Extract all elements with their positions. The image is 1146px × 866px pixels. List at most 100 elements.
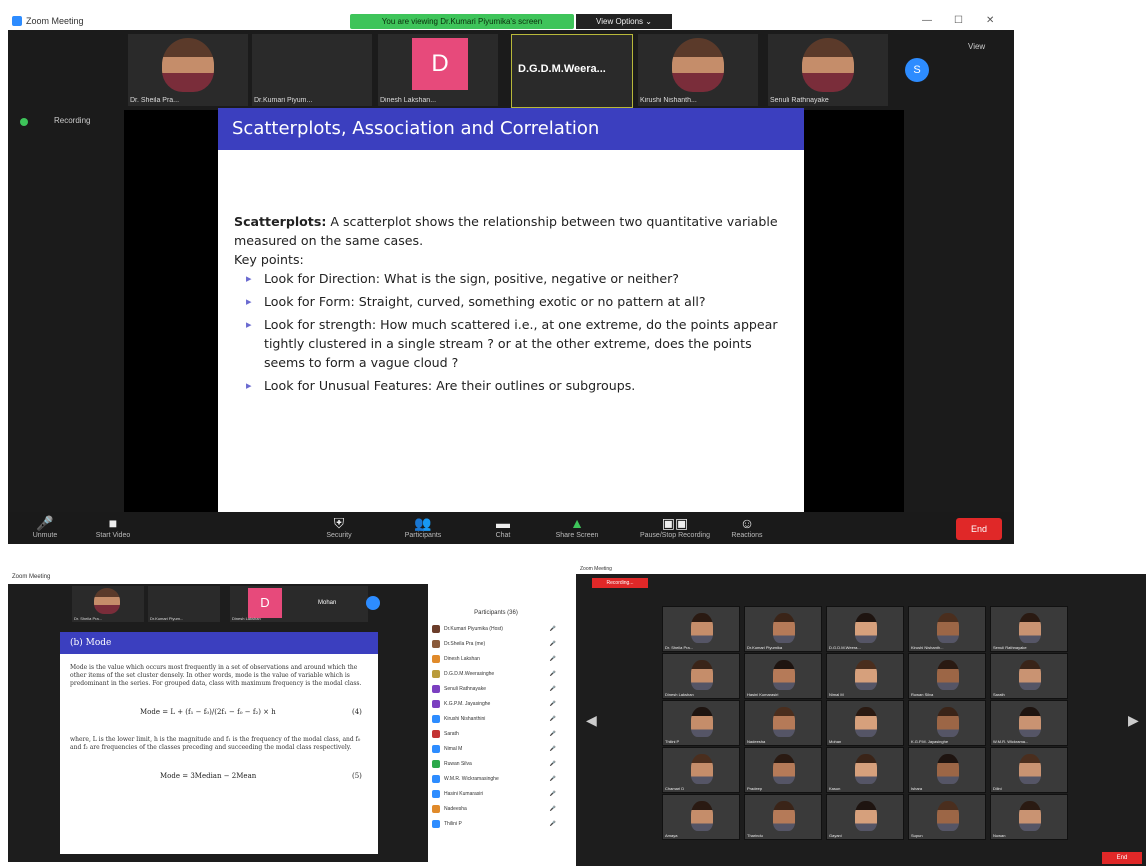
gallery-tile[interactable]: Thilini P (662, 700, 740, 746)
toolbar-video-button[interactable]: ■ Start Video (78, 514, 148, 539)
toolbar-shield-button[interactable]: ⛨ Security (304, 514, 374, 539)
muted-mic-icon[interactable]: 🎤 (550, 746, 556, 752)
participant-tile[interactable]: D Dinesh Lakshan (230, 586, 302, 622)
muted-mic-icon[interactable]: 🎤 (550, 776, 556, 782)
view-button[interactable]: View (968, 42, 985, 51)
muted-mic-icon[interactable]: 🎤 (550, 761, 556, 767)
muted-mic-icon[interactable]: 🎤 (550, 656, 556, 662)
muted-mic-icon[interactable]: 🎤 (550, 791, 556, 797)
toolbar-label: Reactions (731, 532, 763, 539)
participant-avatar (432, 640, 440, 648)
muted-mic-icon[interactable]: 🎤 (550, 716, 556, 722)
gallery-end-button[interactable]: End (1102, 852, 1142, 864)
gallery-tile[interactable]: Supun (908, 794, 986, 840)
participant-name: Dr.Kumari Piyum... (254, 97, 313, 104)
participant-tile[interactable]: Dr. Sheila Pra... (72, 586, 144, 622)
gallery-tile[interactable]: Dr.Kumari Piyumika (744, 606, 822, 652)
muted-mic-icon[interactable]: 🎤 (550, 686, 556, 692)
participants-list-item[interactable]: Thilini P 🎤 (432, 819, 560, 830)
mode-equation-2-number: (5) (352, 772, 362, 780)
end-meeting-button[interactable]: End (956, 518, 1002, 540)
participant-name: Mohan (318, 600, 337, 606)
gallery-tile[interactable]: W.M.R. Wickrama... (990, 700, 1068, 746)
muted-mic-icon[interactable]: 🎤 (550, 806, 556, 812)
gallery-tile[interactable]: Nuwan (990, 794, 1068, 840)
participant-tile[interactable]: Senuli Rathnayake (768, 34, 888, 106)
muted-mic-icon[interactable]: 🎤 (550, 821, 556, 827)
muted-mic-icon[interactable]: 🎤 (550, 671, 556, 677)
muted-mic-icon[interactable]: 🎤 (550, 731, 556, 737)
participant-video (937, 754, 959, 784)
participant-video (855, 660, 877, 690)
participant-tile[interactable]: Dr.Kumari Piyum... (148, 586, 220, 622)
participant-avatar[interactable]: S (905, 58, 929, 82)
participant-tile[interactable]: Kirushi Nishanth... (638, 34, 758, 106)
muted-mic-icon[interactable]: 🎤 (550, 626, 556, 632)
gallery-tile[interactable]: K.G.P.M. Jayasinghe (908, 700, 986, 746)
toolbar-label: Security (326, 532, 352, 539)
participant-avatar (432, 745, 440, 753)
toolbar-mic-button[interactable]: 🎤 Unmute (10, 514, 80, 539)
gallery-next-icon[interactable]: ▶ (1128, 712, 1139, 729)
gallery-tile[interactable]: Ishara (908, 747, 986, 793)
toolbar-share-screen-button[interactable]: ▲ Share Screen (542, 514, 612, 539)
gallery-tile[interactable]: D.G.D.M.Weera... (826, 606, 904, 652)
participants-list-item[interactable]: Dr.Sheila Pra (me) 🎤 (432, 639, 560, 650)
gallery-prev-icon[interactable]: ◀ (586, 712, 597, 729)
toolbar-reactions-button[interactable]: ☺ Reactions (712, 514, 782, 539)
participant-tile[interactable]: D.G.D.M.Weera...D.G.D.M.Weera... (511, 34, 633, 108)
participants-panel-title: Participants (36) (474, 610, 518, 616)
gallery-tile[interactable]: Amaya (662, 794, 740, 840)
participants-list-item[interactable]: Hasini Kumarasiri 🎤 (432, 789, 560, 800)
gallery-tile[interactable]: Dinesh Lakshan (662, 653, 740, 699)
participant-name: Ruwan Silva (911, 692, 934, 697)
toolbar-label: Chat (495, 532, 511, 539)
toolbar-label: Unmute (32, 532, 58, 539)
participants-list-item[interactable]: Senuli Rathnayake 🎤 (432, 684, 560, 695)
toolbar-recording-button[interactable]: ▣▣ Pause/Stop Recording (630, 514, 720, 539)
gallery-tile[interactable]: Kirushi Nishanth... (908, 606, 986, 652)
participants-list-item[interactable]: Nimal M 🎤 (432, 744, 560, 755)
toolbar-participants-button[interactable]: 👥 Participants (388, 514, 458, 539)
participants-list-item[interactable]: Dr.Kumari Piyumika (Host) 🎤 (432, 624, 560, 635)
participants-list-item[interactable]: Kirushi Nishanthini 🎤 (432, 714, 560, 725)
gallery-tile[interactable]: Chamari D (662, 747, 740, 793)
participants-list-item[interactable]: Nadeesha 🎤 (432, 804, 560, 815)
close-icon[interactable]: ✕ (986, 15, 994, 26)
muted-mic-icon[interactable]: 🎤 (550, 641, 556, 647)
participants-panel: Participants (36) Dr.Kumari Piyumika (Ho… (428, 572, 564, 862)
gallery-tile[interactable]: Sarath (990, 653, 1068, 699)
participant-tile[interactable]: Mohan (296, 586, 368, 622)
gallery-tile[interactable]: Tharindu (744, 794, 822, 840)
participant-name: Thilini P (665, 739, 680, 744)
gallery-tile[interactable]: Dilini (990, 747, 1068, 793)
maximize-icon[interactable]: ☐ (954, 15, 963, 26)
muted-mic-icon[interactable]: 🎤 (550, 701, 556, 707)
participants-list-item[interactable]: Dinesh Lakshan 🎤 (432, 654, 560, 665)
participants-list-item[interactable]: D.G.D.M.Weerasinghe 🎤 (432, 669, 560, 680)
gallery-tile[interactable]: Gayani (826, 794, 904, 840)
participant-video (855, 707, 877, 737)
gallery-tile[interactable]: Nadeesha (744, 700, 822, 746)
gallery-tile[interactable]: Pradeep (744, 747, 822, 793)
participants-list-item[interactable]: W.M.R. Wickramasinghe 🎤 (432, 774, 560, 785)
participants-list-item[interactable]: K.G.P.M. Jayasinghe 🎤 (432, 699, 560, 710)
gallery-tile[interactable]: Kasun (826, 747, 904, 793)
gallery-tile[interactable]: Ruwan Silva (908, 653, 986, 699)
gallery-tile[interactable]: Nimal M (826, 653, 904, 699)
participant-tile[interactable]: Dr. Sheila Pra... (128, 34, 248, 106)
minimize-icon[interactable]: — (922, 15, 932, 26)
participant-avatar-icon[interactable] (366, 596, 380, 610)
view-options-button[interactable]: View Options ⌄ (576, 14, 672, 29)
gallery-tile[interactable]: Hasini Kumarasiri (744, 653, 822, 699)
toolbar-chat-button[interactable]: ▬ Chat (468, 514, 538, 539)
participant-name: Chamari D (665, 786, 685, 791)
gallery-tile[interactable]: Dr. Sheila Pra... (662, 606, 740, 652)
chat-icon: ▬ (496, 515, 510, 531)
participants-list-item[interactable]: Ruwan Silva 🎤 (432, 759, 560, 770)
participant-tile[interactable]: D Dinesh Lakshan... (378, 34, 498, 106)
gallery-tile[interactable]: Mohan (826, 700, 904, 746)
participant-tile[interactable]: Dr.Kumari Piyum... (252, 34, 372, 106)
gallery-tile[interactable]: Senuli Rathnayake (990, 606, 1068, 652)
participants-list-item[interactable]: Sarath 🎤 (432, 729, 560, 740)
